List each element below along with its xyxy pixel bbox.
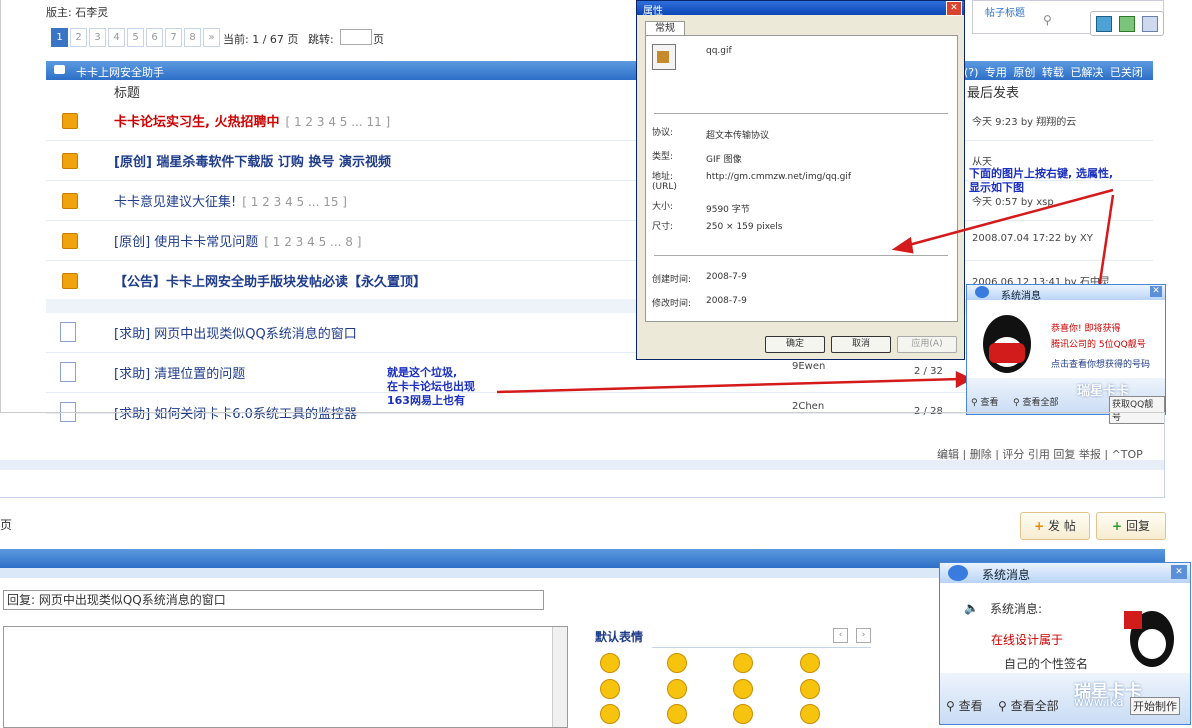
close-icon[interactable]: ✕ <box>1171 565 1187 579</box>
divider <box>0 460 1165 470</box>
plus-icon: + <box>1034 519 1045 533</box>
close-icon[interactable]: ✕ <box>1150 286 1162 297</box>
scrollbar[interactable] <box>552 627 567 727</box>
qq-line-1: 恭喜你! 即将获得 <box>1051 324 1121 334</box>
get-number-button[interactable]: 获取QQ靓号 <box>1109 396 1165 424</box>
qq-popup-large: 系统消息 ✕ 🔈 系统消息: 在线设计属于 自己的个性签名 ⚲ 查看 ⚲ 查看全… <box>939 562 1191 725</box>
view-all-link[interactable]: ⚲ 查看全部 <box>1013 395 1058 408</box>
speaker-icon <box>948 565 968 581</box>
view-link[interactable]: ⚲ 查看 <box>971 395 998 408</box>
qq-line-2: 自己的个性签名 <box>1004 657 1089 671</box>
emoji-icon[interactable] <box>600 679 620 699</box>
emoji-icon[interactable] <box>733 704 753 724</box>
penguin-icon <box>1124 611 1174 667</box>
reply-textarea[interactable] <box>3 626 568 728</box>
emoji-title: 默认表情 <box>595 630 644 644</box>
qq-line-2: 腾讯公司的 5位QQ靓号 <box>1051 340 1146 350</box>
prev-icon[interactable]: ‹ <box>833 628 848 643</box>
emoji-icon[interactable] <box>733 679 753 699</box>
speaker-icon <box>975 286 989 298</box>
qq-popup-titlebar: 系统消息 ✕ <box>967 285 1165 302</box>
brand-url: www.ika <box>1074 695 1124 709</box>
emoji-icon[interactable] <box>667 679 687 699</box>
qq-popup-small: 系统消息 ✕ 恭喜你! 即将获得 腾讯公司的 5位QQ靓号 点击查看你想获得的号… <box>966 284 1166 424</box>
plus-icon: + <box>1112 519 1123 533</box>
qq-line-3: 点击查看你想获得的号码 <box>1051 360 1151 370</box>
qq-line-1: 在线设计属于 <box>991 633 1064 647</box>
view-link[interactable]: ⚲ 查看 <box>946 697 983 714</box>
emoji-icon[interactable] <box>800 679 820 699</box>
qq-popup-title: 系统消息 <box>982 568 1031 582</box>
volume-icon: 🔈 <box>964 601 979 615</box>
start-button[interactable]: 开始制作 <box>1130 697 1180 715</box>
new-post-button[interactable]: + 发 帖 <box>1020 512 1090 540</box>
qq-popup-titlebar: 系统消息 ✕ <box>940 563 1190 583</box>
qq-label: 系统消息: <box>990 602 1043 616</box>
emoji-icon[interactable] <box>733 653 753 673</box>
emoji-icon[interactable] <box>667 704 687 724</box>
reply-button[interactable]: + 回复 <box>1096 512 1166 540</box>
emoji-icon[interactable] <box>600 653 620 673</box>
penguin-icon <box>983 315 1031 373</box>
emoji-icon[interactable] <box>800 704 820 724</box>
reply-title-input[interactable]: 回复: 网页中出现类似QQ系统消息的窗口 <box>3 590 544 610</box>
emoji-icon[interactable] <box>667 653 687 673</box>
qq-popup-title: 系统消息 <box>1001 291 1041 302</box>
emoji-icon[interactable] <box>800 653 820 673</box>
next-icon[interactable]: › <box>856 628 871 643</box>
emoji-icon[interactable] <box>600 704 620 724</box>
page-suffix: 页 <box>0 518 13 532</box>
view-all-link[interactable]: ⚲ 查看全部 <box>998 697 1059 714</box>
